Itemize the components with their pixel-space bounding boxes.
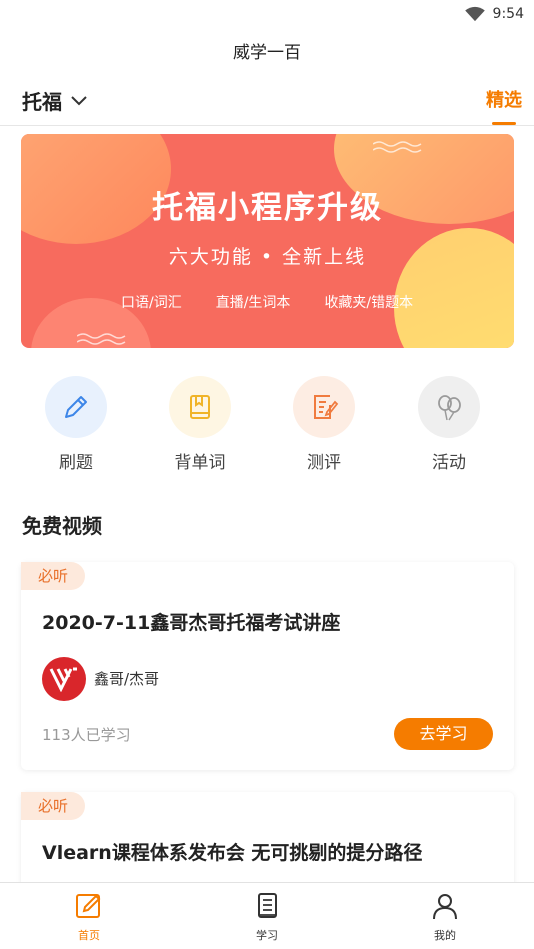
- nav-profile[interactable]: 我的: [405, 891, 485, 943]
- bottom-nav: 首页 学习 我的: [0, 882, 534, 949]
- home-edit-icon: [76, 894, 101, 918]
- banner-feature: 收藏夹/错题本: [324, 295, 414, 311]
- user-icon: [433, 894, 457, 920]
- nav-label: 我的: [434, 929, 456, 942]
- quick-actions: 刷题 背单词 测评 活动: [0, 376, 534, 476]
- video-card[interactable]: 必听 2020-7-11鑫哥杰哥托福考试讲座 鑫哥/杰哥 113人已学习 去学习: [21, 562, 514, 770]
- quick-action-label: 测评: [307, 453, 341, 473]
- banner-headline: 托福小程序升级: [152, 190, 383, 226]
- banner-feature: 口语/词汇: [121, 295, 182, 311]
- banner-subtitle: 六大功能 • 全新上线: [168, 246, 367, 268]
- pencil-icon: [65, 396, 87, 418]
- teacher-avatar: [42, 657, 86, 701]
- checklist-icon: [314, 395, 339, 419]
- quick-action-label: 刷题: [59, 453, 93, 473]
- nav-study[interactable]: 学习: [227, 891, 307, 943]
- must-listen-badge: 必听: [21, 562, 85, 590]
- wave-decoration-icon: [373, 141, 422, 153]
- status-time: 9:54: [492, 6, 524, 22]
- video-title: Vlearn课程体系发布会 无可挑剔的提分路径: [42, 842, 423, 864]
- banner-feature: 直播/生词本: [215, 295, 291, 311]
- section-title-free-videos: 免费视频: [22, 514, 102, 538]
- quick-action-label: 活动: [432, 453, 466, 473]
- promo-banner[interactable]: 托福小程序升级 六大功能 • 全新上线 口语/词汇 直播/生词本 收藏夹/错题本: [21, 134, 514, 348]
- nav-label: 学习: [256, 929, 278, 942]
- notebook-icon: [258, 893, 277, 918]
- video-title: 2020-7-11鑫哥杰哥托福考试讲座: [42, 612, 341, 634]
- balloons-icon: [438, 395, 461, 421]
- nav-label: 首页: [78, 929, 100, 942]
- banner-features: 口语/词汇 直播/生词本 收藏夹/错题本: [121, 292, 413, 312]
- quick-action-events[interactable]: 活动: [404, 376, 494, 473]
- app-title: 威学一百: [233, 43, 301, 63]
- header-row: 托福 精选: [0, 78, 534, 126]
- status-bar: 9:54: [0, 0, 534, 30]
- quick-action-practice[interactable]: 刷题: [31, 376, 121, 473]
- quick-action-circle: [293, 376, 355, 438]
- quick-action-circle: [169, 376, 231, 438]
- quick-action-circle: [418, 376, 480, 438]
- exam-selector-label: 托福: [22, 90, 62, 114]
- tab-featured[interactable]: 精选: [486, 86, 522, 112]
- chevron-down-icon: [71, 95, 87, 105]
- book-icon: [190, 395, 210, 419]
- vlearn-logo-icon: [49, 667, 77, 692]
- quick-action-circle: [45, 376, 107, 438]
- quick-action-vocab[interactable]: 背单词: [155, 376, 245, 473]
- teacher-name: 鑫哥/杰哥: [94, 670, 160, 688]
- must-listen-badge: 必听: [21, 792, 85, 820]
- wave-decoration-icon: [77, 333, 126, 345]
- tab-underline: [492, 122, 516, 125]
- quick-action-label: 背单词: [174, 453, 226, 473]
- nav-home[interactable]: 首页: [49, 891, 129, 943]
- quick-action-assessment[interactable]: 测评: [279, 376, 369, 473]
- wifi-icon: [465, 6, 485, 22]
- go-study-button[interactable]: 去学习: [394, 718, 493, 750]
- learner-count: 113人已学习: [42, 726, 131, 744]
- exam-selector[interactable]: 托福: [22, 86, 88, 115]
